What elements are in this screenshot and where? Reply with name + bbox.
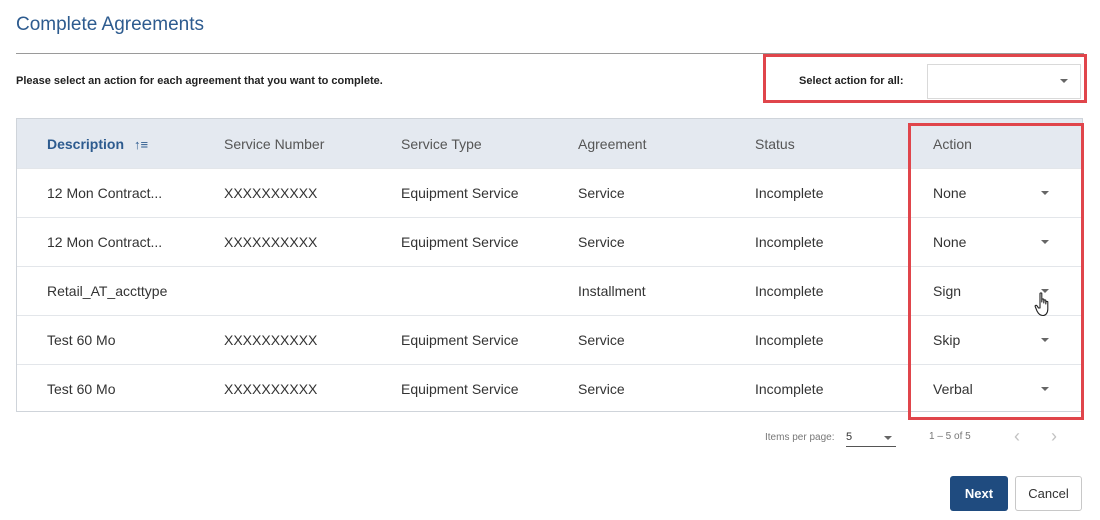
cell-service-type: Equipment Service — [401, 185, 519, 201]
cell-agreement: Service — [578, 332, 625, 348]
cell-description[interactable]: Test 60 Mo — [47, 381, 115, 397]
cell-description[interactable]: 12 Mon Contract... — [47, 234, 162, 250]
cell-service-type: Equipment Service — [401, 234, 519, 250]
select-all-dropdown[interactable] — [927, 64, 1081, 99]
cell-description[interactable]: 12 Mon Contract... — [47, 185, 162, 201]
cell-status: Incomplete — [755, 234, 824, 250]
cell-agreement: Service — [578, 381, 625, 397]
cell-description[interactable]: Retail_AT_accttype — [47, 283, 167, 299]
next-page-icon[interactable]: › — [1051, 426, 1057, 447]
cell-status: Incomplete — [755, 381, 824, 397]
column-header-service-type[interactable]: Service Type — [401, 136, 482, 152]
previous-page-icon[interactable]: ‹ — [1014, 426, 1020, 447]
next-button[interactable]: Next — [950, 476, 1008, 511]
action-column-highlight — [908, 123, 1084, 420]
column-header-description[interactable]: Description ↑≡ — [47, 136, 148, 152]
cell-status: Incomplete — [755, 185, 824, 201]
chevron-down-icon — [1060, 79, 1068, 83]
items-per-page-value: 5 — [846, 431, 853, 443]
hand-cursor-icon — [1034, 292, 1049, 317]
page-title: Complete Agreements — [16, 14, 204, 35]
cell-status: Incomplete — [755, 332, 824, 348]
column-header-agreement[interactable]: Agreement — [578, 136, 646, 152]
cell-service-number: XXXXXXXXXX — [224, 381, 318, 397]
cell-service-type: Equipment Service — [401, 332, 519, 348]
cell-service-type: Equipment Service — [401, 381, 519, 397]
cell-agreement: Installment — [578, 283, 646, 299]
cell-agreement: Service — [578, 185, 625, 201]
cell-service-number: XXXXXXXXXX — [224, 332, 318, 348]
cell-description[interactable]: Test 60 Mo — [47, 332, 115, 348]
cell-status: Incomplete — [755, 283, 824, 299]
instructions-text: Please select an action for each agreeme… — [16, 75, 383, 87]
items-per-page-select[interactable]: 5 — [846, 428, 896, 447]
column-header-label: Description — [47, 136, 125, 152]
cancel-button[interactable]: Cancel — [1015, 476, 1082, 511]
column-header-service-number[interactable]: Service Number — [224, 136, 324, 152]
sort-ascending-icon[interactable]: ↑≡ — [134, 137, 148, 152]
select-all-label: Select action for all: — [799, 75, 904, 87]
items-per-page-label: Items per page: — [765, 432, 835, 443]
cell-service-number: XXXXXXXXXX — [224, 185, 318, 201]
cell-agreement: Service — [578, 234, 625, 250]
cell-service-number: XXXXXXXXXX — [224, 234, 318, 250]
chevron-down-icon — [884, 436, 892, 440]
complete-agreements-page: Complete Agreements Please select an act… — [0, 0, 1100, 520]
column-header-status[interactable]: Status — [755, 136, 795, 152]
pagination-range: 1 – 5 of 5 — [929, 431, 971, 442]
